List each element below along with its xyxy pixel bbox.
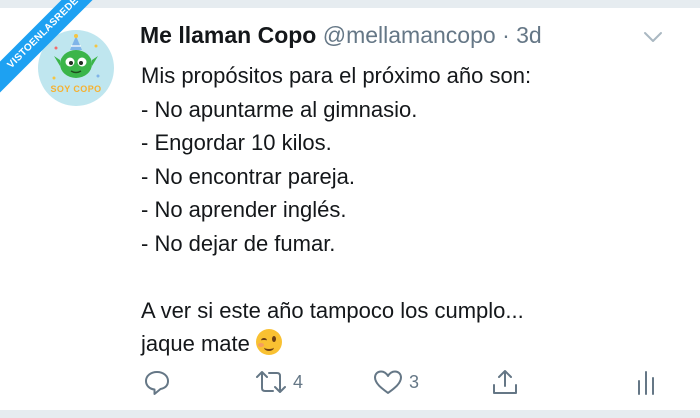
tweet-header: Me llaman Copo @mellamancopo · 3d (140, 22, 542, 56)
tweet-line-closing: jaque mate (141, 327, 681, 361)
separator-dot: · (502, 22, 510, 48)
tweet-line: - No aprender inglés. (141, 197, 347, 222)
user-handle[interactable]: @mellamancopo (323, 22, 496, 48)
retweet-count: 4 (293, 371, 304, 392)
like-icon (374, 370, 402, 394)
avatar-label: SOY COPO (50, 84, 102, 94)
reply-button[interactable] (142, 365, 177, 399)
display-name[interactable]: Me llaman Copo (140, 22, 316, 48)
tweet-card: VISTOENLASREDES SOY COPO Me llaman Copo … (0, 0, 700, 418)
tweet-line: - Engordar 10 kilos. (141, 130, 332, 155)
tweet-line: - No encontrar pareja. (141, 163, 355, 189)
share-button[interactable] (490, 365, 520, 399)
retweet-button[interactable]: 4 (254, 365, 303, 399)
tweet-line: - No apuntarme al gimnasio. (141, 96, 418, 122)
caret-down-icon[interactable] (642, 30, 664, 49)
like-count: 3 (409, 371, 420, 392)
analytics-button[interactable] (634, 365, 658, 399)
tweet-text: Mis propósitos para el próximo año son: … (141, 59, 681, 361)
timestamp[interactable]: 3d (516, 22, 542, 48)
action-bar: 4 3 (140, 365, 670, 399)
retweet-icon (256, 371, 286, 393)
tweet-line: A ver si este año tampoco los cumplo... (141, 297, 524, 323)
like-button[interactable]: 3 (372, 365, 419, 399)
tweet-line: - No dejar de fumar. (141, 230, 336, 256)
closing-text: jaque mate (141, 331, 250, 356)
tweet-line: Mis propósitos para el próximo año son: (141, 63, 532, 88)
reply-icon (145, 371, 169, 395)
analytics-icon (638, 371, 654, 395)
winking-face-icon (255, 329, 282, 355)
share-icon (493, 370, 517, 394)
